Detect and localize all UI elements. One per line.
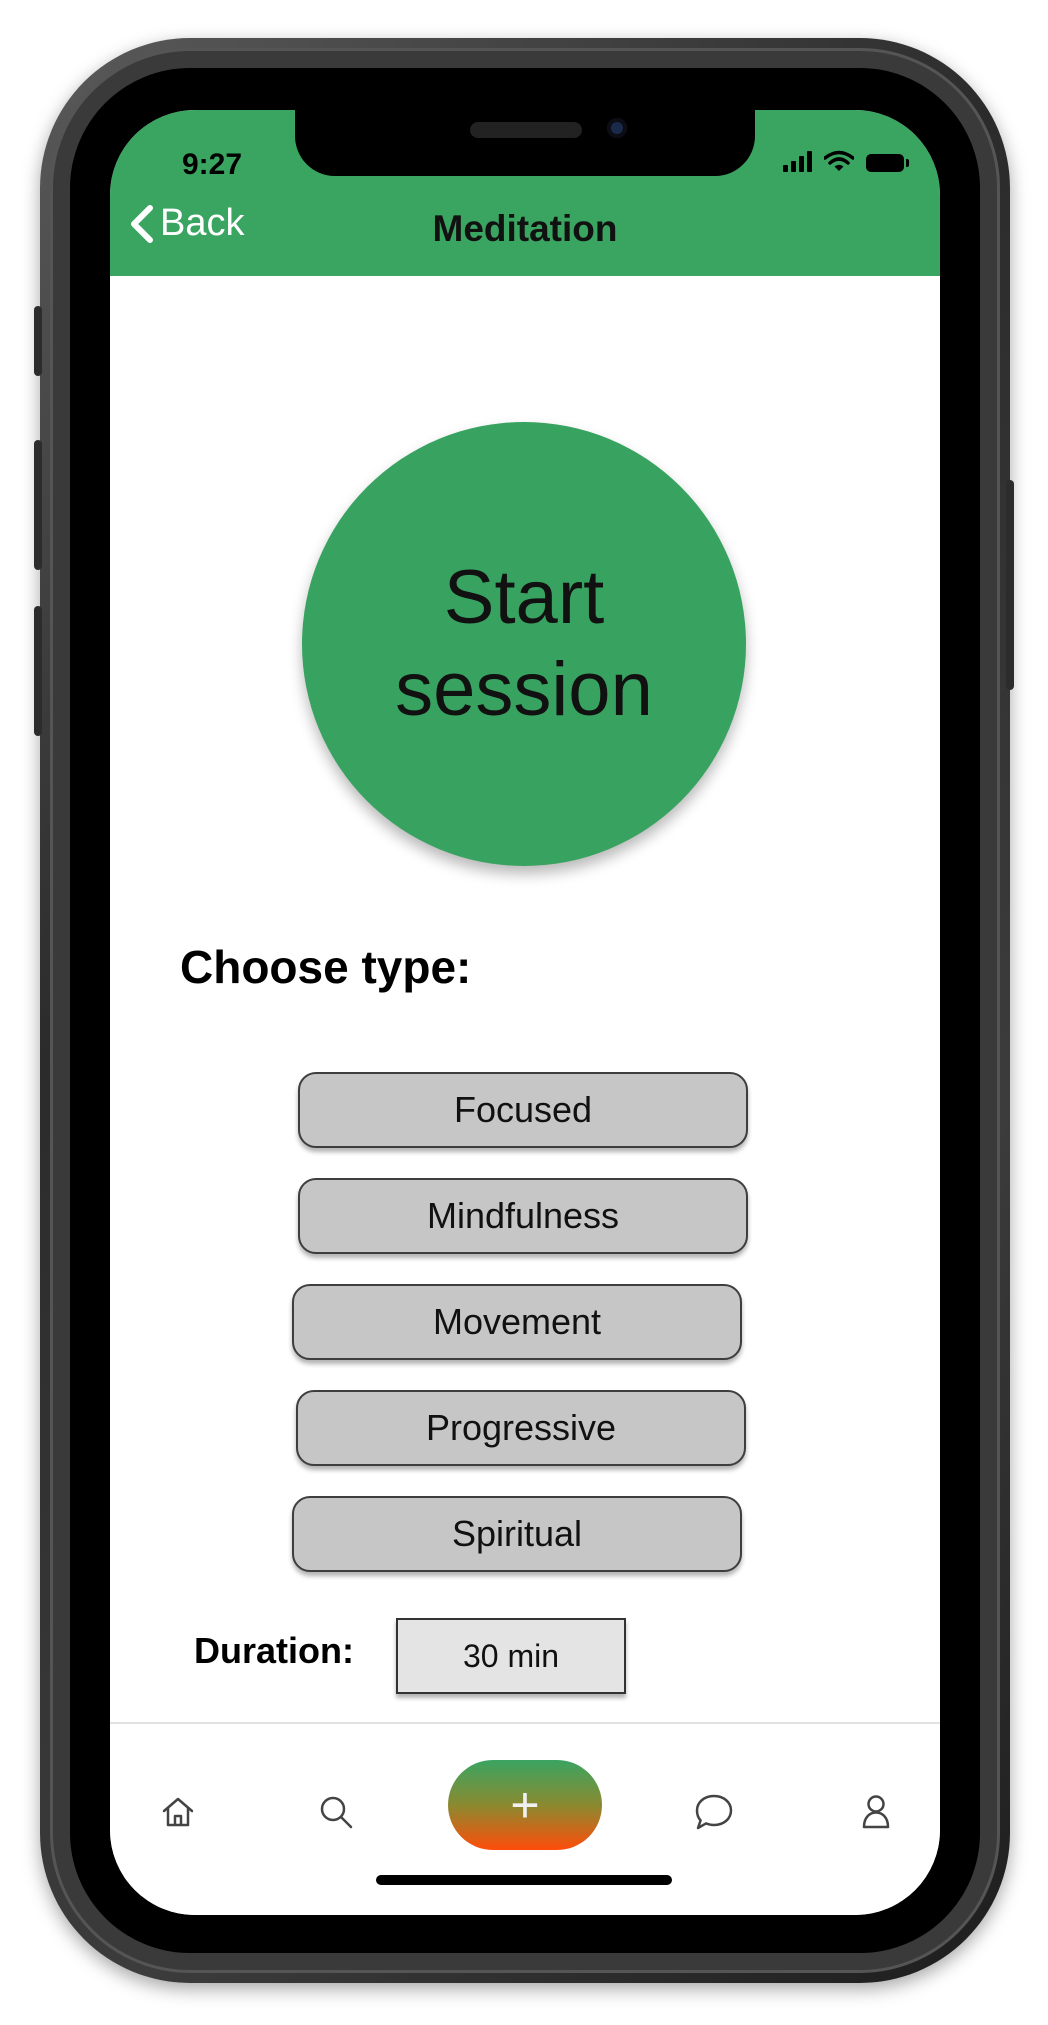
- app-header: 9:27 Back Meditation: [110, 110, 940, 276]
- volume-up-button: [34, 440, 42, 570]
- volume-down-button: [34, 606, 42, 736]
- start-session-label: Start session: [395, 555, 653, 732]
- tab-search[interactable]: [314, 1790, 358, 1834]
- type-button-focused[interactable]: Focused: [298, 1072, 748, 1148]
- add-icon: +: [510, 1777, 540, 1833]
- home-icon: [162, 1797, 194, 1827]
- start-session-button[interactable]: Start session: [302, 422, 746, 866]
- battery-icon: [866, 154, 909, 172]
- bottom-tab-bar: +: [110, 1722, 940, 1915]
- duration-label: Duration:: [194, 1630, 354, 1671]
- type-button-progressive[interactable]: Progressive: [296, 1390, 746, 1466]
- app-screen: 9:27 Back Meditation Start session Choos…: [110, 110, 940, 1915]
- type-button-mindfulness[interactable]: Mindfulness: [298, 1178, 748, 1254]
- add-button[interactable]: +: [448, 1760, 602, 1850]
- search-icon: [320, 1796, 353, 1829]
- type-button-movement[interactable]: Movement: [292, 1284, 742, 1360]
- choose-type-heading: Choose type:: [180, 941, 472, 993]
- profile-icon: [862, 1795, 890, 1829]
- status-icons: [783, 150, 909, 172]
- chat-icon: [695, 1794, 733, 1830]
- status-time: 9:27: [182, 148, 243, 181]
- wifi-icon: [824, 150, 854, 171]
- cellular-signal-icon: [783, 150, 812, 172]
- speaker-grille: [470, 122, 582, 138]
- page-title: Meditation: [432, 208, 618, 249]
- duration-field[interactable]: 30 min: [396, 1618, 626, 1694]
- tab-home[interactable]: [156, 1790, 200, 1834]
- mute-switch: [34, 306, 42, 376]
- camera-notch: [295, 110, 755, 176]
- type-button-spiritual[interactable]: Spiritual: [292, 1496, 742, 1572]
- power-button: [1006, 480, 1014, 690]
- home-indicator[interactable]: [376, 1875, 672, 1885]
- front-camera: [607, 118, 627, 138]
- tab-profile[interactable]: [854, 1790, 898, 1834]
- tab-chat[interactable]: [692, 1790, 736, 1834]
